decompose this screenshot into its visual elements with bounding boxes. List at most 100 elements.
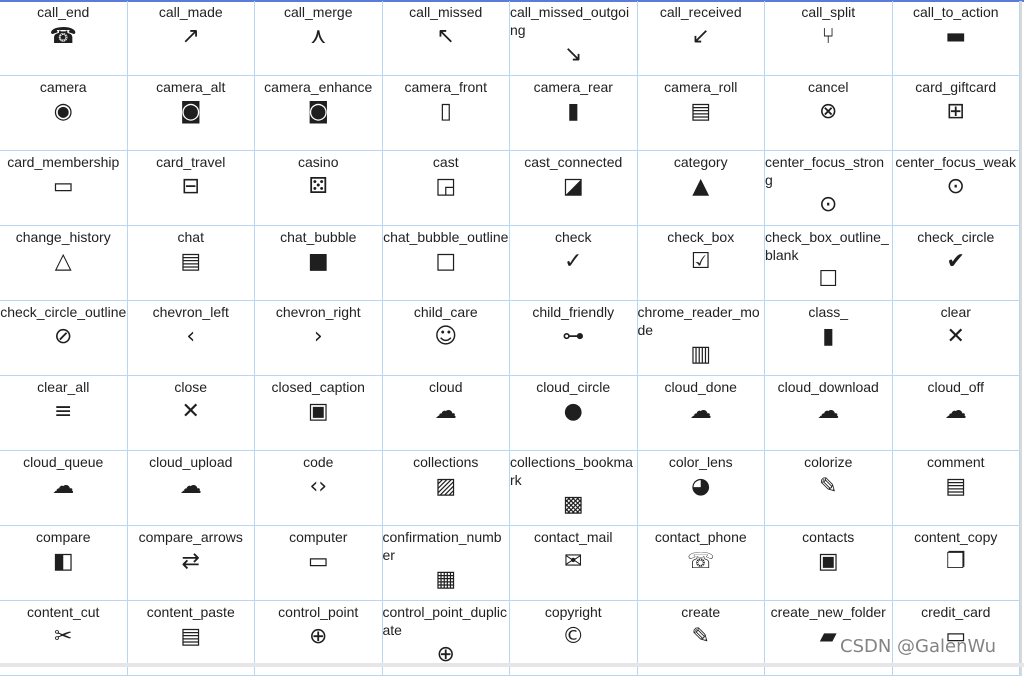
icon-cell-collections-bookmark: collections_bookmark ▩	[510, 451, 638, 526]
collections-icon: ▨	[435, 474, 457, 499]
icon-label: camera_alt	[156, 79, 226, 95]
icon-cell-chevron-right: chevron_right ›	[255, 301, 383, 376]
comment-icon: ▤	[945, 474, 967, 499]
icon-cell-comment: comment ▤	[892, 451, 1020, 526]
icon-label: cloud	[429, 379, 463, 395]
icon-cell-call-missed: call_missed ↖	[382, 1, 510, 76]
icon-cell-clear: clear ✕	[892, 301, 1020, 376]
icon-label: control_point	[278, 604, 359, 620]
camera-rear-icon: ▮	[567, 99, 580, 124]
code-icon: ‹›	[309, 474, 328, 499]
icon-cell-check-circle-outline: check_circle_outline ⊘	[0, 301, 128, 376]
icon-label: cancel	[808, 79, 849, 95]
icon-label: camera_rear	[533, 79, 613, 95]
icon-label: call_split	[801, 4, 856, 20]
call-split-icon: ⑂	[821, 24, 835, 49]
icon-cell-child-care: child_care ☺	[382, 301, 510, 376]
create-new-folder-icon: ▰	[819, 624, 837, 649]
icon-cell-camera-enhance: camera_enhance ◙	[255, 76, 383, 151]
icon-label: camera	[39, 79, 87, 95]
contacts-icon: ▣	[817, 549, 839, 574]
icon-label: chat_bubble_outline	[383, 229, 509, 245]
icon-label: call_to_action	[912, 4, 999, 20]
icon-cell-clear-all: clear_all ≡	[0, 376, 128, 451]
icon-cell-center-focus-weak: center_focus_weak ⊙	[892, 151, 1020, 226]
icon-cell-call-made: call_made ↗	[127, 1, 255, 76]
copyright-icon: ©	[562, 624, 585, 649]
icon-cell-class: class_ ▮	[765, 301, 893, 376]
icon-cell-chevron-left: chevron_left ‹	[127, 301, 255, 376]
icon-label: clear_all	[37, 379, 90, 395]
icon-cell-camera: camera ◉	[0, 76, 128, 151]
watermark: CSDN @GalenWu	[840, 636, 997, 657]
icon-label: credit_card	[921, 604, 991, 620]
category-icon: ▲	[692, 174, 710, 199]
icon-cell-close: close ✕	[127, 376, 255, 451]
class-icon: ▮	[822, 324, 835, 349]
icon-cell-call-received: call_received ↙	[637, 1, 765, 76]
check-circle-outline-icon: ⊘	[54, 324, 73, 349]
icon-cell-check-box: check_box ☑	[637, 226, 765, 301]
icon-cell-camera-alt: camera_alt ◙	[127, 76, 255, 151]
icon-cell-cancel: cancel ⊗	[765, 76, 893, 151]
contact-mail-icon: ✉	[564, 549, 583, 574]
icon-label: content_copy	[914, 529, 998, 545]
icon-cell-chrome-reader-mode: chrome_reader_mode ▥	[637, 301, 765, 376]
casino-icon: ⚄	[308, 174, 328, 199]
icon-label: call_received	[659, 4, 742, 20]
icon-label: clear	[940, 304, 971, 320]
cloud-circle-icon: ●	[563, 399, 583, 424]
icon-cell-call-split: call_split ⑂	[765, 1, 893, 76]
icon-cell-cloud-off: cloud_off ☁	[892, 376, 1020, 451]
cast-icon: ◲	[435, 174, 457, 199]
icon-label: closed_caption	[271, 379, 365, 395]
icon-label: close	[174, 379, 208, 395]
icon-label: create_new_folder	[770, 604, 886, 620]
icon-cell-check: check ✓	[510, 226, 638, 301]
cloud-off-icon: ☁	[944, 399, 967, 424]
cloud-done-icon: ☁	[689, 399, 712, 424]
icon-label: center_focus_strong	[765, 154, 885, 188]
icon-label: content_cut	[27, 604, 100, 620]
icon-label: card_membership	[7, 154, 120, 170]
icon-label: colorize	[804, 454, 853, 470]
icon-label: cloud_off	[927, 379, 985, 395]
content-cut-icon: ✂	[54, 624, 73, 649]
icon-label: camera_enhance	[264, 79, 373, 95]
icon-label: camera_front	[404, 79, 487, 95]
icon-cell-camera-front: camera_front ▯	[382, 76, 510, 151]
icon-label: code	[303, 454, 334, 470]
icon-cell-card-giftcard: card_giftcard ⊞	[892, 76, 1020, 151]
icon-label: card_travel	[156, 154, 226, 170]
create-icon: ✎	[691, 624, 710, 649]
check-circle-icon: ✔	[946, 249, 965, 274]
icon-label: collections_bookmark	[510, 454, 633, 488]
cloud-upload-icon: ☁	[179, 474, 202, 499]
compare-arrows-icon: ⇄	[181, 549, 200, 574]
contact-phone-icon: ☏	[686, 549, 715, 574]
icon-cell-closed-caption: closed_caption ▣	[255, 376, 383, 451]
icon-cell-content-copy: content_copy ❐	[892, 526, 1020, 601]
icon-cell-colorize: colorize ✎	[765, 451, 893, 526]
camera-alt-icon: ◙	[180, 99, 202, 124]
icon-cell-cloud-circle: cloud_circle ●	[510, 376, 638, 451]
icon-label: contact_mail	[533, 529, 613, 545]
change-history-icon: △	[54, 249, 72, 274]
icon-cell-chat: chat ▤	[127, 226, 255, 301]
child-friendly-icon: ⊶	[562, 324, 585, 349]
icon-cell-contacts: contacts ▣	[765, 526, 893, 601]
close-icon: ✕	[181, 399, 200, 424]
icon-cell-cloud: cloud ☁	[382, 376, 510, 451]
camera-icon: ◉	[53, 99, 73, 124]
call-merge-icon: ⋏	[310, 24, 327, 49]
call-to-action-icon: ▬	[945, 24, 967, 49]
icon-label: call_missed	[409, 4, 483, 20]
color-lens-icon: ◕	[691, 474, 711, 499]
icon-label: copyright	[544, 604, 602, 620]
icon-cell-call-to-action: call_to_action ▬	[892, 1, 1020, 76]
icon-label: cast_connected	[524, 154, 623, 170]
chat-bubble-outline-icon: □	[435, 249, 457, 274]
icon-cell-category: category ▲	[637, 151, 765, 226]
icon-cell-camera-rear: camera_rear ▮	[510, 76, 638, 151]
icon-label: cloud_done	[664, 379, 737, 395]
